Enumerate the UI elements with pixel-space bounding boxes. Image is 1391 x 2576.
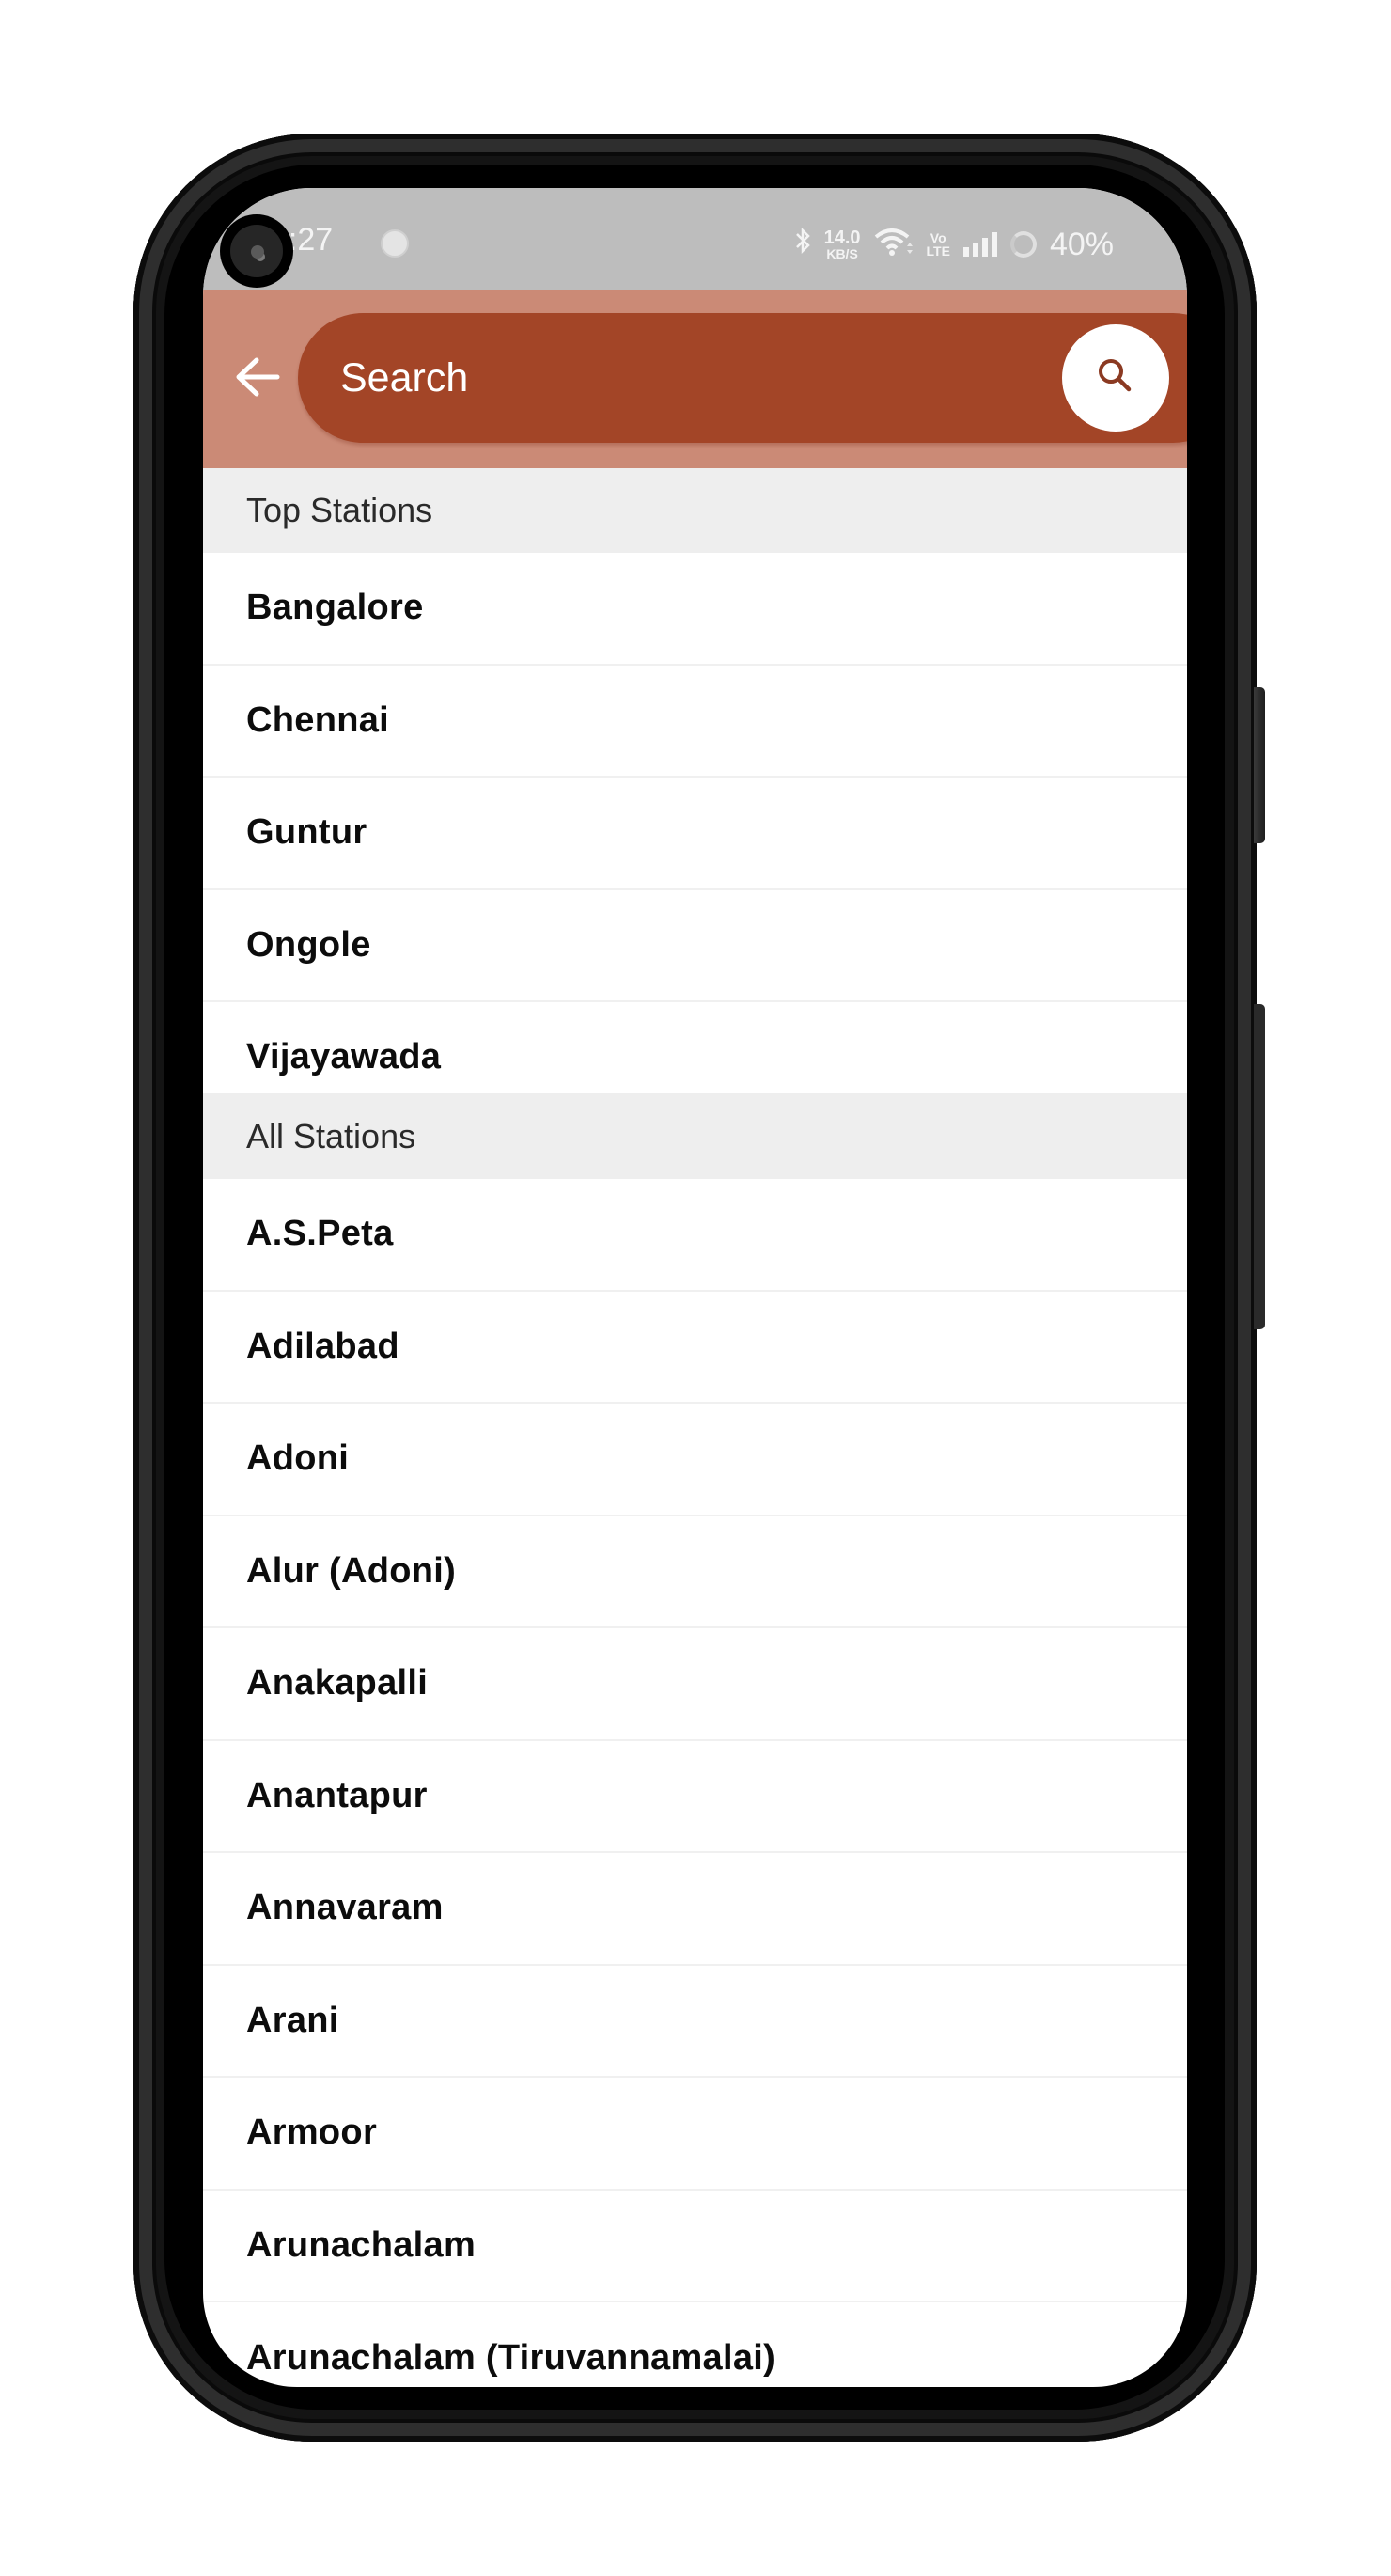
station-row[interactable]: Vijayawada xyxy=(203,1002,1187,1093)
section-header-top-stations: Top Stations xyxy=(203,468,1187,553)
search-input[interactable] xyxy=(340,313,1073,443)
station-row[interactable]: Alur (Adoni) xyxy=(203,1516,1187,1628)
back-button[interactable] xyxy=(229,346,286,412)
section-header-all-stations: All Stations xyxy=(203,1093,1187,1179)
station-name: Annavaram xyxy=(246,1888,444,1928)
station-row[interactable]: Anakapalli xyxy=(203,1628,1187,1741)
station-row[interactable]: Guntur xyxy=(203,778,1187,890)
station-name: Armoor xyxy=(246,2113,378,2153)
station-name: Vijayawada xyxy=(246,1037,442,1076)
station-row[interactable]: Ongole xyxy=(203,890,1187,1002)
bluetooth-icon xyxy=(794,227,811,262)
power-button xyxy=(1254,687,1265,843)
station-name: Anantapur xyxy=(246,1775,428,1815)
phone-screen: 1:27 14.0 KB/S Vo LTE 40% Search Top Sta… xyxy=(203,188,1187,2387)
station-row[interactable]: Bangalore xyxy=(203,553,1187,666)
search-button[interactable] xyxy=(1062,324,1169,432)
volte-icon: Vo LTE xyxy=(927,231,950,258)
station-name: A.S.Peta xyxy=(246,1214,394,1254)
station-name: Adoni xyxy=(246,1438,350,1479)
station-row[interactable]: Annavaram xyxy=(203,1853,1187,1966)
battery-icon xyxy=(1009,231,1037,258)
station-list: Top Stations Bangalore Chennai Guntur On… xyxy=(203,468,1187,2387)
section-title: All Stations xyxy=(246,1116,416,1155)
status-icons: 14.0 KB/S Vo LTE 40% xyxy=(794,216,1114,273)
station-row[interactable]: Arunachalam xyxy=(203,2191,1187,2302)
station-name: Ongole xyxy=(246,924,371,965)
network-speed: 14.0 KB/S xyxy=(824,228,861,260)
signal-icon xyxy=(962,232,997,257)
front-camera xyxy=(220,214,293,288)
search-icon xyxy=(1095,355,1136,401)
station-row[interactable]: A.S.Peta xyxy=(203,1179,1187,1292)
station-name: Arunachalam xyxy=(246,2224,477,2265)
volte-bottom: LTE xyxy=(926,243,950,259)
station-row[interactable]: Adoni xyxy=(203,1404,1187,1516)
network-speed-unit: KB/S xyxy=(826,246,858,261)
app-header xyxy=(203,290,1187,468)
station-row[interactable]: Chennai xyxy=(203,666,1187,778)
station-name: Arunachalam (Tiruvannamalai) xyxy=(246,2338,776,2379)
station-row[interactable]: Arani xyxy=(203,1966,1187,2078)
search-bar xyxy=(298,313,1187,443)
station-name: Guntur xyxy=(246,812,367,853)
volte-top: Vo xyxy=(930,230,946,245)
section-title: Top Stations xyxy=(246,491,433,529)
battery-percent: 40% xyxy=(1049,226,1114,262)
network-speed-value: 14.0 xyxy=(823,228,861,248)
station-row[interactable]: Armoor xyxy=(203,2078,1187,2191)
station-row[interactable]: Arunachalam (Tiruvannamalai) xyxy=(203,2302,1187,2387)
station-row[interactable]: Anantapur xyxy=(203,1741,1187,1853)
station-name: Anakapalli xyxy=(246,1663,429,1704)
station-name: Arani xyxy=(246,2000,339,2040)
volume-button xyxy=(1254,1004,1265,1329)
status-bar: 1:27 14.0 KB/S Vo LTE 40% xyxy=(203,188,1187,290)
station-name: Adilabad xyxy=(246,1326,399,1366)
notification-icon xyxy=(381,229,409,258)
wifi-icon xyxy=(874,228,914,262)
station-name: Chennai xyxy=(246,699,390,740)
station-name: Alur (Adoni) xyxy=(246,1550,457,1591)
arrow-left-icon xyxy=(234,355,281,403)
station-name: Bangalore xyxy=(246,588,424,628)
station-row[interactable]: Adilabad xyxy=(203,1292,1187,1404)
